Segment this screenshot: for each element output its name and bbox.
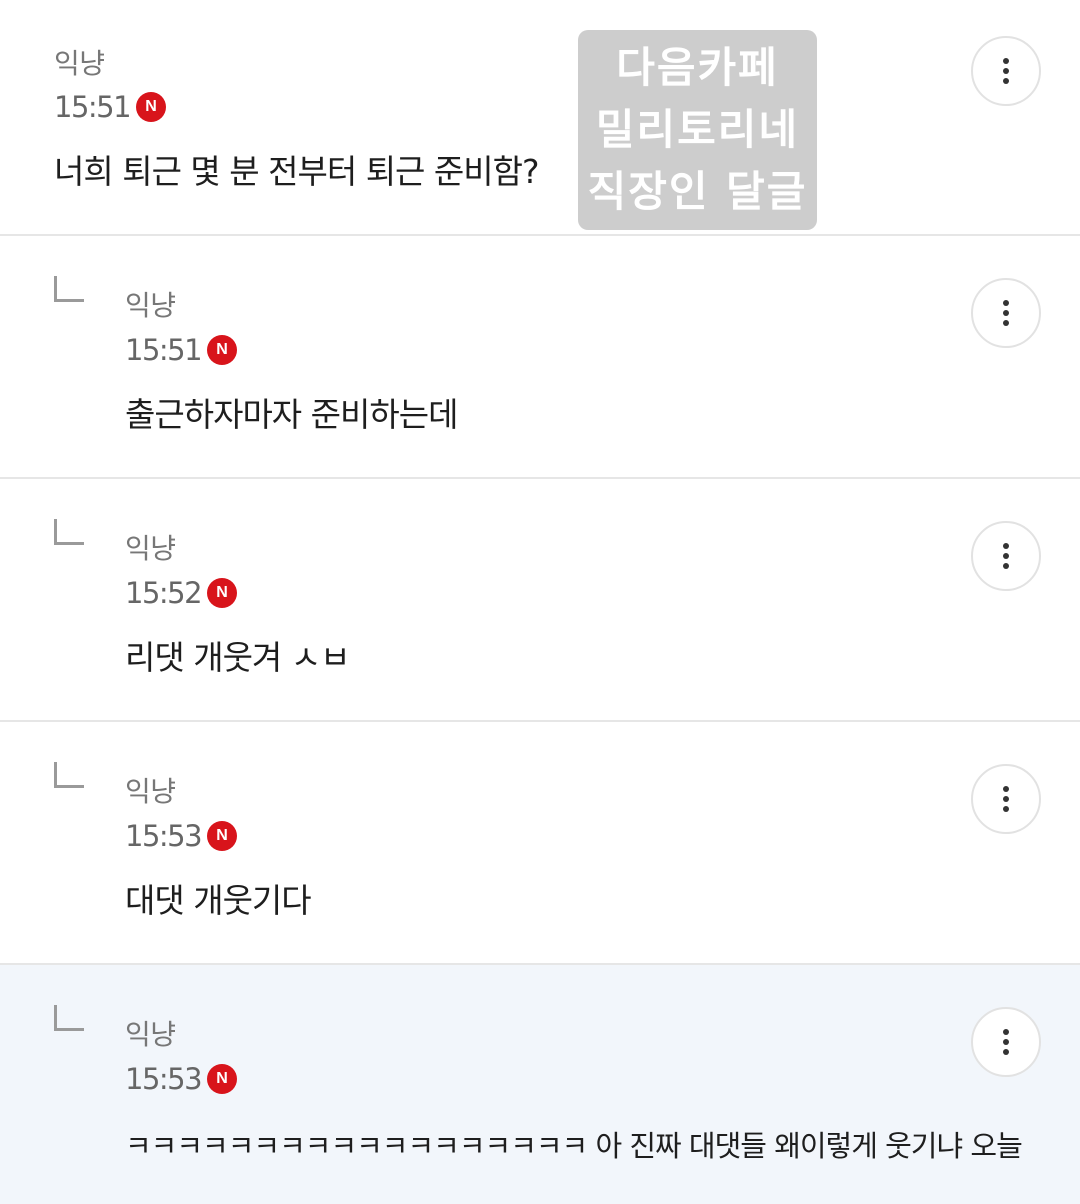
more-vertical-icon: [1003, 1029, 1009, 1035]
more-vertical-icon-dot: [1003, 310, 1009, 316]
more-vertical-icon-dot: [1003, 320, 1009, 326]
reply-arrow-icon: [54, 762, 84, 788]
new-badge: N: [207, 1064, 238, 1094]
more-vertical-icon-dot: [1003, 553, 1009, 559]
more-vertical-icon-dot: [1003, 1039, 1009, 1045]
comment-meta: 15:51 N: [54, 90, 167, 124]
reply-item: 익냥 15:52 N 리댓 개웃겨 ㅅㅂ: [0, 479, 1080, 722]
reply-item-highlighted: 익냥 15:53 N ㅋㅋㅋㅋㅋㅋㅋㅋㅋㅋㅋㅋㅋㅋㅋㅋㅋㅋ 아 진짜 대댓들 왜…: [0, 965, 1080, 1204]
comment-time: 15:53: [125, 819, 203, 853]
comment-author[interactable]: 익냥: [125, 770, 176, 810]
comment-author[interactable]: 익냥: [54, 42, 105, 82]
more-vertical-icon-dot: [1003, 78, 1009, 84]
comment-meta: 15:52 N: [125, 576, 238, 610]
watermark-line: 밀리토리네: [595, 105, 800, 154]
comment-meta: 15:53 N: [125, 819, 238, 853]
reply-item: 익냥 15:51 N 출근하자마자 준비하는데: [0, 236, 1080, 479]
new-badge: N: [207, 335, 238, 365]
comment-author[interactable]: 익냥: [125, 284, 176, 324]
comment-text: 대댓 개웃기다: [125, 881, 312, 920]
more-vertical-icon-dot: [1003, 1049, 1009, 1055]
reply-arrow-icon: [54, 276, 84, 302]
comment-meta: 15:53 N: [125, 1062, 238, 1096]
new-badge: N: [207, 578, 238, 608]
watermark-line: 직장인 달글: [587, 167, 808, 216]
more-vertical-icon: [1003, 786, 1009, 792]
new-badge: N: [207, 821, 238, 851]
comment-list: 익냥 15:51 N 너희 퇴근 몇 분 전부터 퇴근 준비함? 다음카페 밀리…: [0, 0, 1080, 1204]
more-vertical-icon-dot: [1003, 68, 1009, 74]
comment-text: ㅋㅋㅋㅋㅋㅋㅋㅋㅋㅋㅋㅋㅋㅋㅋㅋㅋㅋ 아 진짜 대댓들 왜이렇게 웃기냐 오늘: [125, 1129, 1023, 1163]
comment-text: 너희 퇴근 몇 분 전부터 퇴근 준비함?: [54, 152, 539, 191]
more-vertical-icon: [1003, 300, 1009, 306]
reply-item: 익냥 15:53 N 대댓 개웃기다: [0, 722, 1080, 965]
more-options-button[interactable]: [971, 36, 1041, 106]
comment-text: 리댓 개웃겨 ㅅㅂ: [125, 638, 350, 677]
watermark: 다음카페 밀리토리네 직장인 달글: [578, 30, 817, 230]
reply-arrow-icon: [54, 519, 84, 545]
more-vertical-icon-dot: [1003, 796, 1009, 802]
comment-time: 15:53: [125, 1062, 203, 1096]
comment-text: 출근하자마자 준비하는데: [125, 395, 458, 434]
watermark-line: 다음카페: [616, 43, 779, 92]
more-vertical-icon: [1003, 543, 1009, 549]
comment-author[interactable]: 익냥: [125, 527, 176, 567]
new-badge: N: [136, 92, 167, 122]
comment-item: 익냥 15:51 N 너희 퇴근 몇 분 전부터 퇴근 준비함? 다음카페 밀리…: [0, 0, 1080, 236]
more-vertical-icon-dot: [1003, 806, 1009, 812]
more-options-button[interactable]: [971, 764, 1041, 834]
more-options-button[interactable]: [971, 278, 1041, 348]
comment-time: 15:51: [125, 333, 203, 367]
more-vertical-icon: [1003, 58, 1009, 64]
comment-author[interactable]: 익냥: [125, 1013, 176, 1053]
comment-meta: 15:51 N: [125, 333, 238, 367]
reply-arrow-icon: [54, 1005, 84, 1031]
more-options-button[interactable]: [971, 1007, 1041, 1077]
comment-time: 15:51: [54, 90, 132, 124]
comment-time: 15:52: [125, 576, 203, 610]
more-options-button[interactable]: [971, 521, 1041, 591]
more-vertical-icon-dot: [1003, 563, 1009, 569]
